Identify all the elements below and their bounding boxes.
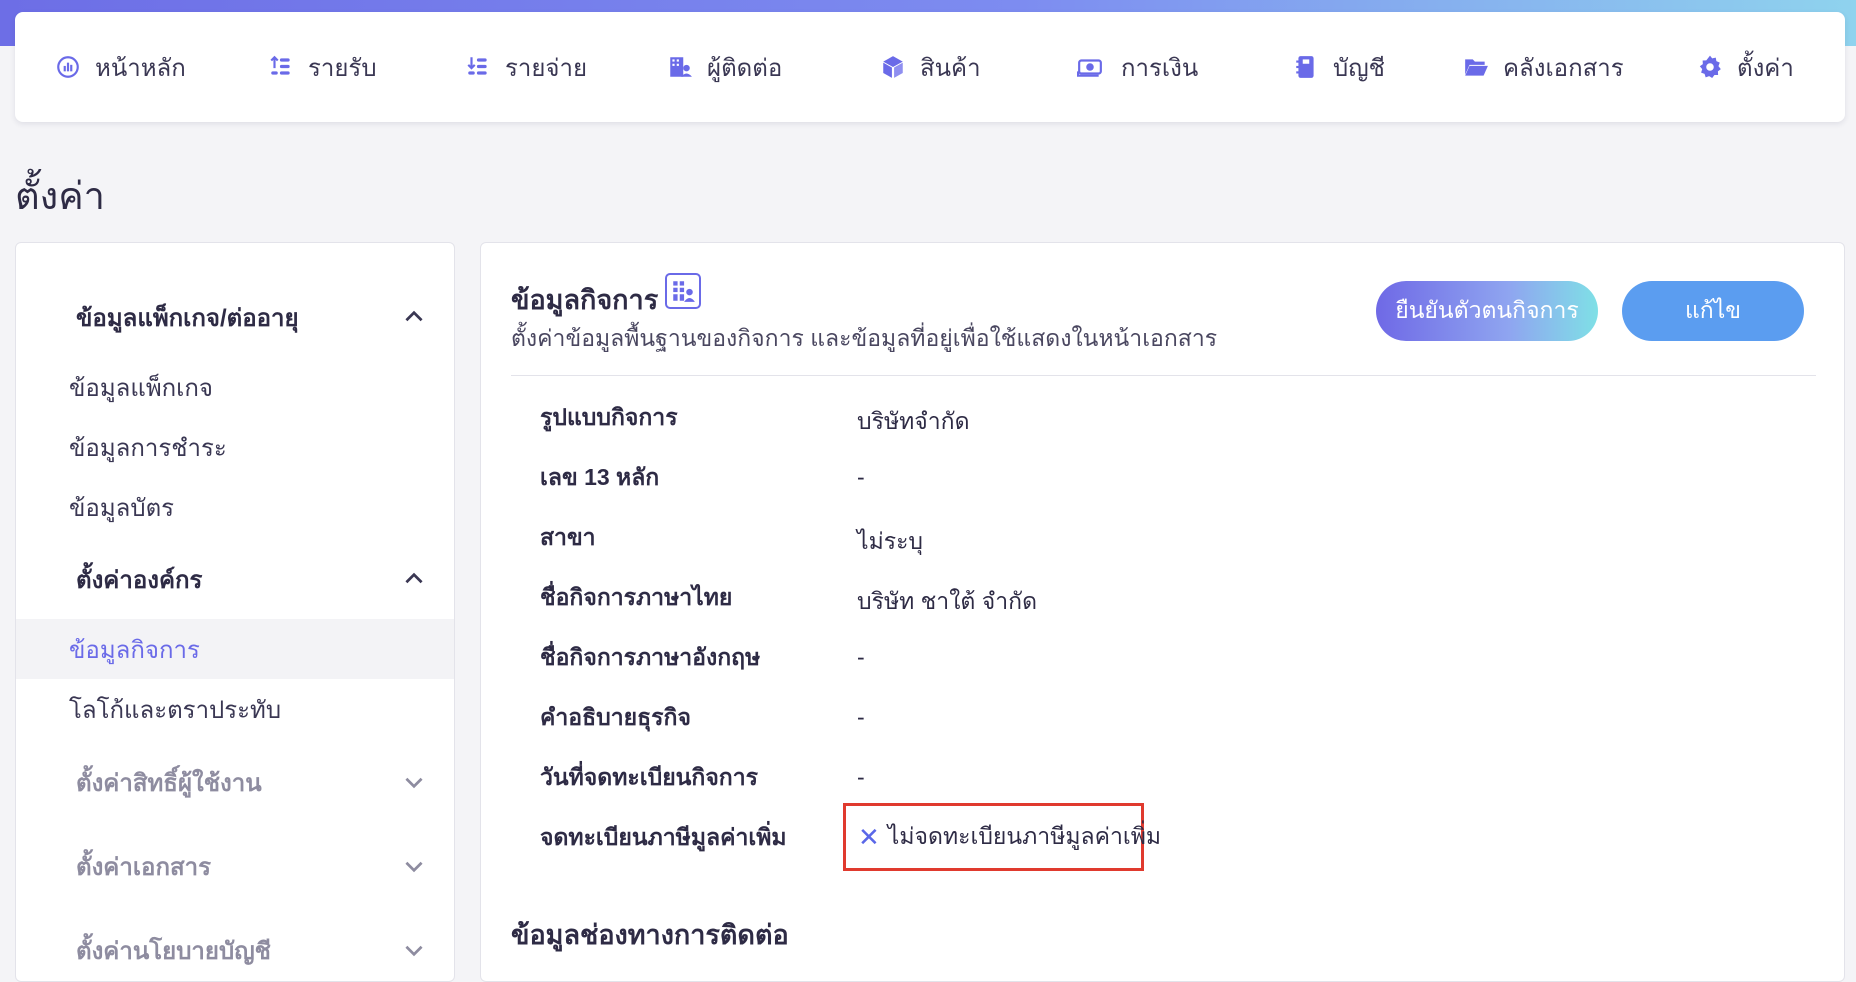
nav-finance-label: การเงิน (1121, 54, 1199, 82)
panel-subtitle: ตั้งค่าข้อมูลพื้นฐานของกิจการ และข้อมูลท… (511, 325, 1218, 351)
field-row: ชื่อกิจการภาษาอังกฤษ - (481, 640, 1844, 690)
nav-accounting[interactable]: บัญชี (1293, 12, 1385, 122)
field-value: - (857, 644, 865, 670)
nav-settings-label: ตั้งค่า (1737, 54, 1794, 82)
nav-home[interactable]: หน้าหลัก (55, 12, 186, 122)
field-label: คำอธิบายธุรกิจ (540, 704, 691, 730)
sidebar-group-org[interactable]: ตั้งค่าองค์กร (16, 549, 454, 609)
vat-status-highlight: ✕ ไม่จดทะเบียนภาษีมูลค่าเพิ่ม (843, 803, 1161, 871)
nav-products-label: สินค้า (920, 54, 981, 82)
field-row: เลข 13 หลัก - (481, 460, 1844, 510)
sidebar-group-label: ตั้งค่าเอกสาร (76, 853, 211, 881)
sidebar-group-label: ข้อมูลแพ็กเกจ/ต่ออายุ (76, 304, 299, 332)
page-title: ตั้งค่า (15, 176, 105, 218)
sidebar-item-business-info[interactable]: ข้อมูลกิจการ (16, 619, 454, 679)
field-label: สาขา (540, 524, 596, 550)
nav-expense[interactable]: รายจ่าย (465, 12, 587, 122)
field-row: วันที่จดทะเบียนกิจการ - (481, 760, 1844, 810)
folder-icon (1465, 59, 1488, 76)
dashboard-gauge-icon (57, 56, 79, 78)
sidebar-item-label: ข้อมูลแพ็กเกจ (69, 374, 213, 402)
field-value: - (857, 464, 865, 490)
chevron-down-icon (405, 861, 423, 873)
contact-section-title: ข้อมูลช่องทางการติดต่อ (511, 920, 789, 950)
close-icon: ✕ (858, 822, 880, 852)
sidebar-item-payment[interactable]: ข้อมูลการชำระ (16, 417, 454, 477)
nav-contacts-label: ผู้ติดต่อ (707, 54, 783, 82)
field-value: บริษัท ชาใต้ จำกัด (857, 588, 1038, 614)
gear-icon (1699, 55, 1721, 79)
nav-accounting-label: บัญชี (1333, 54, 1385, 82)
panel-title: ข้อมูลกิจการ (511, 285, 659, 315)
verify-business-button[interactable]: ยืนยันตัวตนกิจการ (1376, 281, 1598, 341)
main-navbar: หน้าหลัก รายรับ รายจ่าย ผู้ติดต่อ สินค้า… (15, 12, 1845, 122)
nav-income[interactable]: รายรับ (268, 12, 377, 122)
sidebar-item-label: โลโก้และตราประทับ (69, 696, 282, 724)
nav-settings[interactable]: ตั้งค่า (1697, 12, 1794, 122)
field-value: - (857, 764, 865, 790)
money-icon (1077, 59, 1102, 77)
vat-status-value: ไม่จดทะเบียนภาษีมูลค่าเพิ่ม (887, 823, 1162, 849)
field-value: - (857, 704, 865, 730)
sidebar-item-logo-stamp[interactable]: โลโก้และตราประทับ (16, 679, 454, 739)
field-row: ชื่อกิจการภาษาไทย บริษัท ชาใต้ จำกัด (481, 580, 1844, 630)
chevron-down-icon (405, 777, 423, 789)
business-info-panel: ข้อมูลกิจการ ตั้งค่าข้อมูลพื้นฐานของกิจก… (480, 242, 1845, 982)
field-row: จดทะเบียนภาษีมูลค่าเพิ่ม (481, 820, 1844, 870)
chevron-up-icon (405, 572, 423, 584)
contacts-icon (670, 57, 692, 77)
expense-icon (467, 57, 487, 75)
field-label: รูปแบบกิจการ (540, 404, 678, 430)
sidebar-group-label: ตั้งค่าสิทธิ์ผู้ใช้งาน (76, 769, 262, 797)
sidebar-item-label: ข้อมูลกิจการ (69, 636, 200, 664)
nav-finance[interactable]: การเงิน (1073, 12, 1198, 122)
income-icon (270, 55, 290, 75)
sidebar-group-package[interactable]: ข้อมูลแพ็กเกจ/ต่ออายุ (16, 287, 454, 347)
field-row: สาขา ไม่ระบุ (481, 520, 1844, 570)
nav-documents[interactable]: คลังเอกสาร (1463, 12, 1624, 122)
sidebar-group-label: ตั้งค่านโยบายบัญชี (76, 937, 271, 965)
nav-contacts[interactable]: ผู้ติดต่อ (667, 12, 782, 122)
sidebar-group-policy[interactable]: ตั้งค่านโยบายบัญชี (16, 920, 454, 980)
sidebar-item-label: ข้อมูลการชำระ (69, 434, 227, 462)
box-icon (883, 56, 903, 78)
chevron-up-icon (405, 310, 423, 322)
divider (511, 375, 1816, 376)
field-label: ชื่อกิจการภาษาอังกฤษ (540, 644, 761, 670)
field-label: ชื่อกิจการภาษาไทย (540, 584, 733, 610)
sidebar-item-card[interactable]: ข้อมูลบัตร (16, 477, 454, 537)
sidebar-item-label: ข้อมูลบัตร (69, 494, 175, 522)
settings-sidebar: ข้อมูลแพ็กเกจ/ต่ออายุ ข้อมูลแพ็กเกจ ข้อม… (15, 242, 455, 982)
nav-home-label: หน้าหลัก (95, 54, 186, 82)
field-label: วันที่จดทะเบียนกิจการ (540, 764, 758, 790)
sidebar-group-label: ตั้งค่าองค์กร (76, 566, 203, 594)
ledger-icon (1296, 56, 1314, 78)
sidebar-group-documents[interactable]: ตั้งค่าเอกสาร (16, 836, 454, 896)
field-row: รูปแบบกิจการ บริษัทจำกัด (481, 400, 1844, 450)
field-row: คำอธิบายธุรกิจ - (481, 700, 1844, 750)
nav-documents-label: คลังเอกสาร (1503, 54, 1624, 82)
edit-button[interactable]: แก้ไข (1622, 281, 1804, 341)
sidebar-item-package[interactable]: ข้อมูลแพ็กเกจ (16, 357, 454, 417)
nav-income-label: รายรับ (308, 54, 377, 82)
nav-expense-label: รายจ่าย (505, 54, 588, 82)
building-icon (665, 273, 701, 309)
field-value: บริษัทจำกัด (857, 408, 970, 434)
chevron-down-icon (405, 945, 423, 957)
sidebar-group-permissions[interactable]: ตั้งค่าสิทธิ์ผู้ใช้งาน (16, 752, 454, 812)
nav-products[interactable]: สินค้า (880, 12, 981, 122)
field-label: จดทะเบียนภาษีมูลค่าเพิ่ม (540, 824, 787, 850)
field-label: เลข 13 หลัก (540, 464, 660, 490)
field-value: ไม่ระบุ (857, 528, 924, 554)
